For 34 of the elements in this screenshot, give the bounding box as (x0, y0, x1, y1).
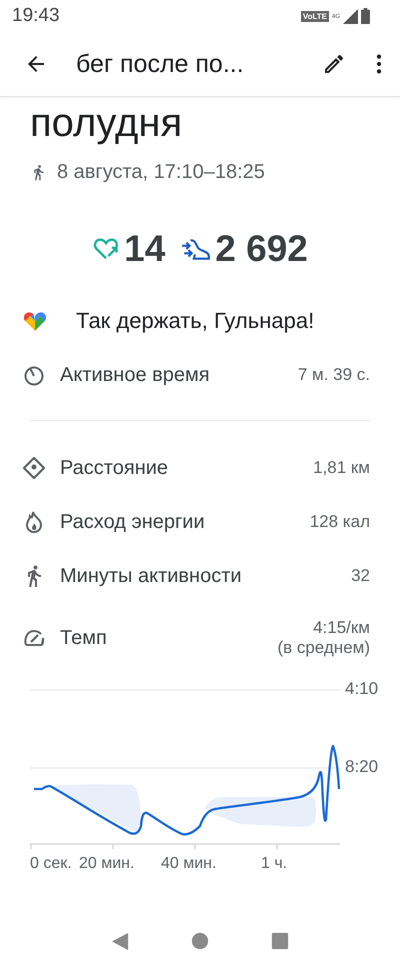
app-bar-title: бег после по... (76, 50, 245, 78)
y-axis-label: 4:10 (345, 679, 378, 699)
metric-label: Минуты активности (60, 564, 243, 588)
x-axis-label: 40 мин. (161, 855, 216, 873)
more-options-icon[interactable] (376, 53, 382, 75)
metric-label: Темп (60, 626, 108, 650)
encouragement-message: Так держать, Гульнара! (76, 308, 314, 334)
metric-value: 7 м. 39 с. (298, 365, 370, 385)
activity-date: 8 августа, 17:10–18:25 (57, 161, 265, 184)
metric-value: 1,81 км (313, 458, 370, 478)
status-time: 19:43 (12, 5, 60, 27)
recent-apps-icon[interactable] (271, 932, 290, 950)
metric-note: (в среднем) (277, 638, 370, 658)
metric-label: Расход энергии (60, 510, 206, 534)
y-axis-label: 8:20 (345, 757, 378, 777)
network-badge: VoLTE (300, 10, 329, 22)
battery-icon (361, 8, 370, 24)
metric-value: 4:15/км (313, 618, 370, 638)
footprint-arrow-icon (181, 236, 212, 262)
metric-label: Расстояние (60, 456, 170, 480)
location-diamond-icon (22, 456, 46, 480)
metric-value: 32 (351, 566, 370, 586)
edit-icon[interactable] (322, 52, 346, 76)
highlight-value: 2 692 (215, 228, 308, 270)
home-icon[interactable] (191, 932, 210, 950)
signal-icon (343, 8, 358, 24)
back-icon[interactable] (110, 932, 130, 950)
x-axis-label: 0 сек. (30, 855, 72, 873)
metric-label: Активное время (60, 364, 211, 386)
x-axis-label: 1 ч. (261, 855, 288, 873)
activity-title: полудня (30, 100, 184, 147)
highlight-value: 14 (124, 228, 166, 270)
x-axis-label: 20 мин. (79, 855, 134, 873)
metric-value: 128 кал (310, 512, 370, 532)
